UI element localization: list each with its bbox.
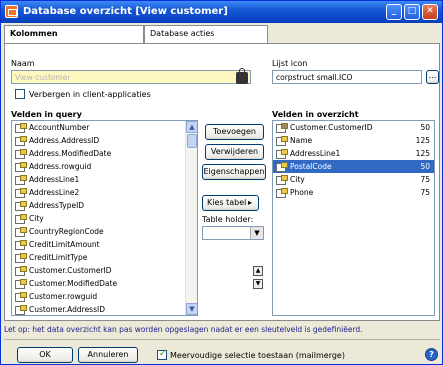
field-icon: [15, 279, 27, 289]
move-down-icon[interactable]: ▼: [253, 279, 263, 289]
list-item[interactable]: CountryRegionCode: [12, 225, 197, 238]
hide-checkbox[interactable]: [15, 89, 25, 99]
field-icon: [15, 266, 27, 276]
list-item[interactable]: City 75: [273, 173, 434, 186]
list-item[interactable]: CreditLimitAmount: [12, 238, 197, 251]
list-item[interactable]: Customer.rowguid: [12, 290, 197, 303]
list-item[interactable]: Phone 75: [273, 186, 434, 199]
field-icon: [15, 214, 27, 224]
list-item[interactable]: AddressLine1: [12, 173, 197, 186]
field-icon: [15, 188, 27, 198]
icon-field[interactable]: corpstruct small.ICO: [272, 70, 422, 84]
field-icon: [15, 253, 27, 263]
scrollbar-thumb[interactable]: [187, 134, 197, 148]
columns-panel: Naam View customer Lijst icon corpstruct…: [4, 43, 440, 321]
list-item[interactable]: Customer.CustomerID: [12, 264, 197, 277]
tab-bar: Kolommen Database acties: [4, 25, 440, 44]
cancel-button[interactable]: Annuleren: [78, 347, 138, 363]
field-icon: [15, 240, 27, 250]
title-bar: Database overzicht [View customer] _ □ ✕: [1, 1, 442, 23]
name-label: Naam: [11, 59, 35, 68]
hide-label: Verbergen in client-applicaties: [29, 90, 151, 99]
help-icon[interactable]: ?: [425, 348, 438, 361]
multi-select-label: Meervoudige selectie toestaan (mailmerge…: [170, 351, 345, 360]
field-icon: [15, 201, 27, 211]
tab-kolommen[interactable]: Kolommen: [4, 25, 144, 44]
list-item[interactable]: AddressLine1 125: [273, 147, 434, 160]
key-field-icon: [276, 123, 288, 133]
scroll-down-arrow-icon[interactable]: ▼: [186, 303, 197, 315]
multi-select-checkbox[interactable]: [157, 349, 167, 360]
browse-button[interactable]: ...: [426, 70, 439, 84]
footer-divider: [4, 339, 440, 340]
move-up-icon[interactable]: ▲: [253, 266, 263, 276]
list-item[interactable]: AddressTypeID: [12, 199, 197, 212]
field-icon: [15, 292, 27, 302]
list-item[interactable]: Address.rowguid: [12, 160, 197, 173]
name-field[interactable]: View customer: [11, 70, 251, 84]
maximize-button[interactable]: □: [404, 4, 420, 20]
properties-button[interactable]: Eigenschappen: [202, 164, 266, 180]
lock-icon[interactable]: [236, 68, 248, 84]
field-icon: [15, 305, 27, 315]
field-icon: [276, 162, 288, 172]
list-item[interactable]: AccountNumber: [12, 121, 197, 134]
minimize-button[interactable]: _: [386, 4, 402, 20]
ok-button[interactable]: OK: [17, 347, 73, 363]
query-fields-scrollbar[interactable]: ▲ ▼: [185, 121, 197, 315]
field-icon: [15, 175, 27, 185]
dialog-window: Database overzicht [View customer] _ □ ✕…: [0, 0, 443, 365]
choose-table-label: Kies tabel: [207, 198, 247, 207]
list-item[interactable]: City: [12, 212, 197, 225]
list-item[interactable]: Customer.CustomerID 50: [273, 121, 434, 134]
right-list-header: Velden in overzicht: [272, 110, 359, 119]
add-button[interactable]: Toevoegen: [205, 124, 264, 140]
field-icon: [276, 188, 288, 198]
query-fields-rows: AccountNumber Address.AddressID Address.…: [12, 121, 197, 315]
field-icon: [15, 227, 27, 237]
query-fields-list[interactable]: AccountNumber Address.AddressID Address.…: [11, 120, 198, 316]
table-holder-select[interactable]: ▼: [202, 226, 264, 240]
left-list-header: Velden in query: [11, 110, 82, 119]
overview-fields-list[interactable]: Customer.CustomerID 50 Name 125 AddressLin…: [272, 120, 435, 316]
tab-database-acties[interactable]: Database acties: [144, 25, 268, 43]
list-item[interactable]: Address.AddressID: [12, 134, 197, 147]
remove-button[interactable]: Verwijderen: [205, 144, 264, 160]
list-item[interactable]: Address.ModifiedDate: [12, 147, 197, 160]
chevron-down-icon: ▼: [250, 227, 263, 239]
close-button[interactable]: ✕: [422, 4, 438, 20]
field-icon: [276, 136, 288, 146]
field-icon: [15, 136, 27, 146]
list-item[interactable]: Customer.ModifiedDate: [12, 277, 197, 290]
list-item-selected[interactable]: PostalCode 50: [273, 160, 434, 173]
list-item[interactable]: Customer.AddressID: [12, 303, 197, 315]
arrow-right-icon: ▸: [247, 198, 252, 207]
icon-list-label: Lijst icon: [272, 59, 308, 68]
list-item[interactable]: AddressLine2: [12, 186, 197, 199]
scroll-up-arrow-icon[interactable]: ▲: [186, 121, 197, 133]
save-notice: Let op: het data overzicht kan pas worde…: [4, 325, 363, 334]
list-item[interactable]: Name 125: [273, 134, 434, 147]
choose-table-button[interactable]: Kies tabel ▸: [202, 195, 259, 211]
field-icon: [276, 149, 288, 159]
table-holder-label: Table holder:: [202, 215, 254, 224]
field-icon: [276, 175, 288, 185]
window-title: Database overzicht [View customer]: [23, 6, 228, 17]
field-icon: [15, 149, 27, 159]
field-icon: [15, 162, 27, 172]
database-icon: [5, 5, 18, 18]
field-icon: [15, 123, 27, 133]
list-item[interactable]: CreditLimitType: [12, 251, 197, 264]
